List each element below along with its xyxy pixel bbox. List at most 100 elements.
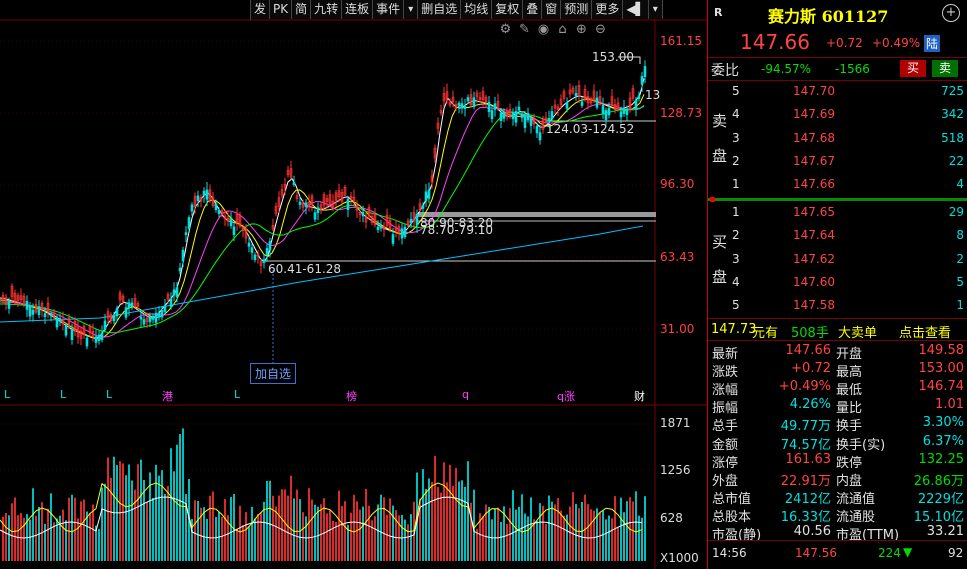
book-level: 2 — [732, 228, 740, 243]
sell-button[interactable]: 卖 — [932, 60, 958, 77]
event-marker[interactable]: 港 — [162, 388, 173, 404]
toolbar-item[interactable]: 九转 — [311, 0, 343, 19]
toolbar-item[interactable]: 预测 — [561, 0, 593, 19]
event-marker[interactable]: 榜 — [346, 388, 357, 404]
candle-body — [604, 110, 608, 120]
toolbar-item[interactable]: ▾ — [404, 0, 419, 19]
volume-bar — [215, 516, 217, 561]
candle-body — [262, 259, 266, 263]
volume-bar — [422, 469, 424, 561]
current-price: 147.66 — [740, 30, 810, 54]
volume-bar — [194, 500, 196, 561]
candle-body — [427, 189, 431, 199]
volume-bar — [152, 497, 154, 561]
house-icon[interactable]: ⌂ — [555, 22, 570, 37]
volume-bar — [395, 510, 397, 561]
event-marker[interactable]: q — [462, 388, 469, 401]
volume-bar — [296, 489, 298, 561]
toolbar-item[interactable]: ▾ — [648, 0, 663, 19]
add-watchlist-button[interactable]: 加自选 — [250, 363, 297, 384]
toolbar-item[interactable]: PK — [270, 0, 293, 19]
candle-body — [43, 313, 47, 317]
volume-bar — [572, 492, 574, 561]
candle-body — [49, 313, 53, 317]
volume-bar — [47, 508, 49, 561]
stat-label: 外盘 — [712, 473, 739, 489]
volume-bar — [500, 521, 502, 561]
toolbar-item[interactable]: 叠 — [523, 0, 543, 19]
price-axis-label: 31.00 — [660, 322, 695, 336]
price-change-pct: +0.49% — [872, 36, 921, 50]
candle-body — [205, 189, 209, 200]
stat-value: 15.10亿 — [913, 509, 964, 525]
spread-divider — [708, 198, 967, 201]
volume-bar — [290, 475, 292, 561]
settings-icon[interactable]: ⚙ — [498, 22, 513, 37]
event-marker[interactable]: q涨 — [557, 388, 575, 404]
toolbar-item[interactable]: 复权 — [492, 0, 524, 19]
candle-body — [487, 101, 491, 112]
volume-bar — [197, 501, 199, 561]
volume-bar — [362, 506, 364, 561]
volume-bar — [182, 428, 184, 561]
stat-label: 最低 — [836, 383, 863, 399]
candle-body — [493, 103, 497, 110]
candle-body — [523, 116, 527, 128]
zoom-out-icon[interactable]: ⊖ — [593, 22, 608, 37]
zoom-in-icon[interactable]: ⊕ — [574, 22, 589, 37]
volume-bar — [620, 497, 622, 561]
event-marker[interactable]: 财 — [634, 388, 645, 404]
candle-body — [463, 105, 467, 109]
stat-value: 40.56 — [793, 524, 831, 539]
volume-bar — [527, 516, 529, 561]
candle-body — [253, 254, 257, 260]
volume-bar — [458, 481, 460, 561]
volume-bar — [518, 506, 520, 561]
brush-icon[interactable]: ✎ — [517, 22, 532, 37]
stat-value: 6.37% — [922, 433, 964, 449]
view-big-orders-link[interactable]: 点击查看 — [899, 322, 951, 341]
candle-body — [316, 207, 320, 214]
candle-body — [196, 195, 200, 202]
candle-body — [529, 118, 533, 126]
volume-bar — [311, 499, 313, 561]
toolbar-item[interactable]: 均线 — [461, 0, 493, 19]
volume-bar — [179, 433, 181, 561]
candle-body — [643, 66, 647, 77]
volume-bar — [626, 501, 628, 561]
kline-chart[interactable] — [0, 0, 707, 569]
toolbar-item[interactable]: 发 — [251, 0, 271, 19]
stat-value: 33.21 — [926, 524, 964, 539]
volume-bar — [641, 517, 643, 561]
event-marker[interactable]: L — [60, 388, 66, 401]
chart-icon-bar: ⚙ ✎ ◉ ⌂ ⊕ ⊖ — [498, 22, 608, 37]
candle-body — [526, 112, 530, 121]
toolbar-item[interactable]: 更多 — [592, 0, 624, 19]
candle-body — [250, 247, 254, 253]
volume-bar — [155, 464, 157, 561]
price-axis-label: 63.43 — [660, 250, 695, 264]
toolbar-item[interactable]: 连板 — [342, 0, 374, 19]
toolbar-item[interactable]: 简 — [292, 0, 312, 19]
candle-body — [142, 319, 146, 325]
eye-icon[interactable]: ◉ — [536, 22, 551, 37]
event-marker[interactable]: L — [234, 388, 240, 401]
volume-bar — [497, 507, 499, 561]
candle-body — [112, 315, 116, 322]
volume-bar — [206, 518, 208, 561]
book-level: 4 — [732, 274, 740, 289]
event-marker[interactable]: L — [106, 388, 112, 401]
add-icon[interactable]: + — [942, 4, 960, 22]
toolbar-item[interactable]: ◀▌ — [623, 0, 649, 19]
stat-value: 26.86万 — [913, 473, 964, 489]
toolbar-item[interactable]: 事件 — [373, 0, 405, 19]
candle-body — [175, 287, 179, 298]
toolbar-item[interactable]: 删自选 — [418, 0, 462, 19]
buy-button[interactable]: 买 — [900, 60, 926, 77]
volume-bar — [134, 489, 136, 561]
stock-title: 赛力斯 601127 — [768, 7, 889, 26]
volume-bar — [140, 459, 142, 561]
toolbar-item[interactable]: 窗 — [542, 0, 562, 19]
event-marker[interactable]: L — [4, 388, 10, 401]
candle-body — [31, 309, 35, 315]
